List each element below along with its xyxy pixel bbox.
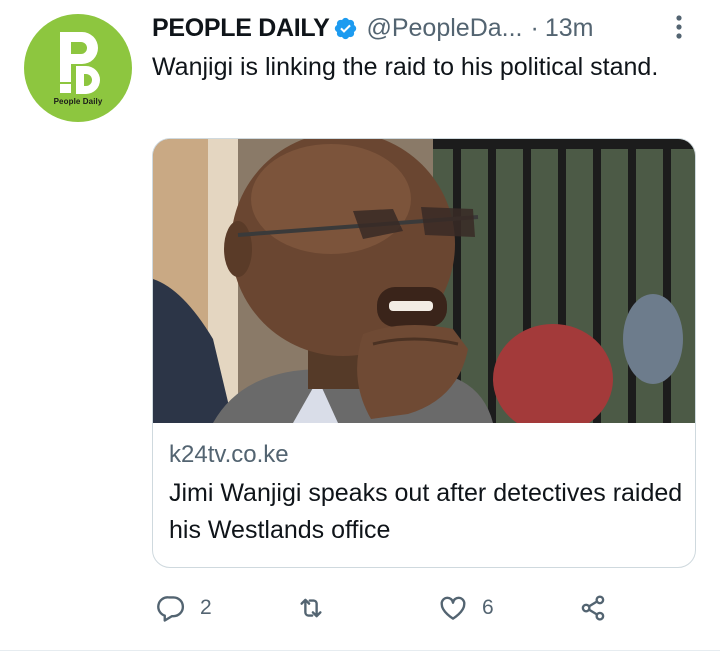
retweet-button[interactable] [296,588,340,628]
reply-count: 2 [200,596,212,619]
link-card[interactable]: k24tv.co.ke Jimi Wanjigi speaks out afte… [152,138,696,568]
avatar[interactable]: People Daily [24,14,132,122]
divider [0,650,720,651]
action-bar: 2 6 [152,588,692,628]
like-count: 6 [482,596,494,619]
author-handle[interactable]: @PeopleDa... [366,14,522,43]
share-icon [581,595,605,621]
more-options-icon[interactable] [668,12,690,42]
timestamp[interactable]: 13m [545,14,594,43]
retweet-icon [300,598,322,618]
author-name[interactable]: PEOPLE DAILY [152,14,330,43]
share-button[interactable] [578,588,608,628]
card-body: k24tv.co.ke Jimi Wanjigi speaks out afte… [169,439,683,549]
avatar-brand-text: People Daily [53,97,103,106]
reply-button[interactable]: 2 [156,588,212,628]
like-button[interactable]: 6 [438,588,494,628]
tweet-text: Wanjigi is linking the raid to his polit… [152,53,659,81]
reply-icon [157,596,185,622]
card-title: Jimi Wanjigi speaks out after detectives… [169,479,683,544]
separator-dot: · [530,13,539,42]
verified-badge-icon [335,17,357,39]
card-image[interactable] [153,139,695,423]
like-icon [440,596,466,620]
card-domain: k24tv.co.ke [169,441,289,468]
tweet-header: PEOPLE DAILY @PeopleDa... · 13m [152,10,593,46]
